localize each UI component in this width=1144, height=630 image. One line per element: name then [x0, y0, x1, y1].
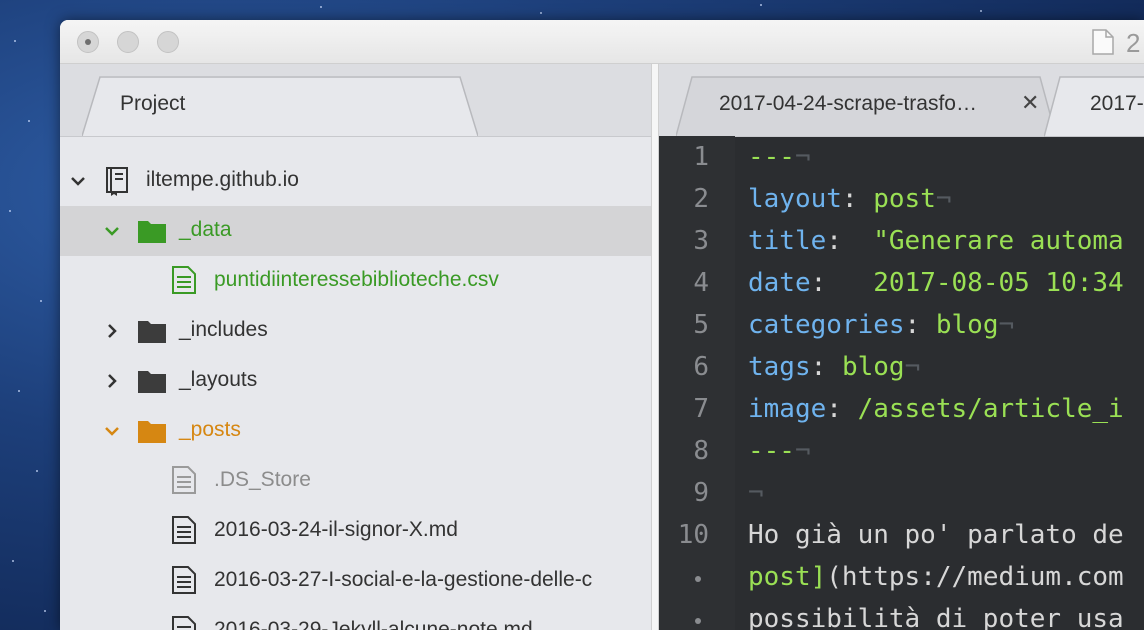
file-text-icon	[172, 566, 196, 594]
tree-item-layouts-folder[interactable]: _layouts	[60, 356, 651, 406]
tree-item-label: .DS_Store	[214, 468, 311, 491]
code-line: ---¬	[748, 436, 811, 466]
line-number: 2	[693, 184, 709, 214]
line-number: 1	[693, 142, 709, 172]
line-number: 10	[677, 520, 709, 550]
zoom-window-button[interactable]	[157, 31, 179, 53]
editor-window: 2 Project iltempe.github.io _data puntid…	[60, 20, 1144, 630]
code-line: tags: blog¬	[748, 352, 921, 382]
folder-icon	[138, 221, 166, 243]
chevron-down-icon[interactable]	[102, 421, 122, 441]
code-line: categories: blog¬	[748, 310, 1015, 340]
close-tab-icon[interactable]: ✕	[1021, 90, 1039, 116]
editor-tab-bar: 2017-04-24-scrape-trasfo… ✕ 2017-	[659, 64, 1144, 137]
tree-item-includes-folder[interactable]: _includes	[60, 306, 651, 356]
editor-tab-inactive[interactable]: 2017-04-24-scrape-trasfo… ✕	[676, 76, 1056, 136]
folder-icon	[138, 371, 166, 393]
code-line: post](https://medium.com	[748, 562, 1124, 592]
chevron-right-icon[interactable]	[102, 371, 122, 391]
code-line: layout: post¬	[748, 184, 952, 214]
file-text-icon	[172, 616, 196, 630]
line-number: 8	[693, 436, 709, 466]
repo-icon	[106, 167, 128, 196]
chevron-down-icon[interactable]	[102, 221, 122, 241]
tree-item-csv-file[interactable]: puntidiinteressebiblioteche.csv	[60, 256, 651, 306]
code-line: ---¬	[748, 142, 811, 172]
code-editor: 2017-04-24-scrape-trasfo… ✕ 2017- 1 2 3 …	[659, 64, 1144, 630]
wrap-marker	[695, 618, 701, 624]
tree-item-md-file[interactable]: 2016-03-27-I-social-e-la-gestione-delle-…	[60, 556, 651, 606]
tree-item-label: _layouts	[179, 368, 258, 391]
line-number-gutter: 1 2 3 4 5 6 7 8 9 10	[659, 136, 735, 630]
code-line: Ho già un po' parlato de	[748, 520, 1124, 550]
tree-item-label: _data	[179, 218, 232, 241]
tree-item-label: _includes	[179, 318, 268, 341]
tree-item-label: _posts	[179, 418, 241, 441]
tree-item-label: puntidiinteressebiblioteche.csv	[214, 268, 499, 291]
tree-tab-bar: Project	[60, 64, 651, 137]
line-number: 9	[693, 478, 709, 508]
window-title: 2	[1126, 28, 1141, 58]
editor-tab-label: 2017-	[1090, 92, 1144, 115]
code-line: possibilità di poter usa	[748, 604, 1124, 630]
tree-item-ds-store[interactable]: .DS_Store	[60, 456, 651, 506]
tab-project-label: Project	[120, 92, 186, 115]
line-number: 4	[693, 268, 709, 298]
line-number: 6	[693, 352, 709, 382]
close-window-button[interactable]	[77, 31, 99, 53]
editor-tab-label: 2017-04-24-scrape-trasfo…	[719, 92, 977, 115]
folder-icon	[138, 321, 166, 343]
panel-resize-handle[interactable]	[651, 64, 659, 630]
tree-item-data-folder[interactable]: _data	[60, 206, 651, 256]
line-number: 5	[693, 310, 709, 340]
title-bar: 2	[60, 20, 1144, 64]
tree-item-md-file[interactable]: 2016-03-24-il-signor-X.md	[60, 506, 651, 556]
tree-root-row[interactable]: iltempe.github.io	[60, 156, 651, 206]
wrap-marker	[695, 576, 701, 582]
code-line: title: "Generare automa	[748, 226, 1124, 256]
folder-icon	[138, 421, 166, 443]
chevron-right-icon[interactable]	[102, 321, 122, 341]
project-tree-panel: Project iltempe.github.io _data puntidii…	[60, 64, 651, 630]
tree-item-label: 2016-03-29-Jekyll-alcune-note.md	[214, 618, 533, 630]
tree-root-label: iltempe.github.io	[146, 168, 299, 191]
code-line: date: 2017-08-05 10:34	[748, 268, 1124, 298]
file-text-icon	[172, 516, 196, 544]
file-text-icon	[172, 266, 196, 294]
file-text-icon	[172, 466, 196, 494]
tree-item-label: 2016-03-27-I-social-e-la-gestione-delle-…	[214, 568, 593, 591]
tree-item-posts-folder[interactable]: _posts	[60, 406, 651, 456]
tree-item-label: 2016-03-24-il-signor-X.md	[214, 518, 458, 541]
tree-item-md-file[interactable]: 2016-03-29-Jekyll-alcune-note.md	[60, 606, 651, 630]
editor-tab-active[interactable]: 2017-	[1044, 76, 1144, 137]
document-icon	[1092, 29, 1114, 55]
line-number: 3	[693, 226, 709, 256]
code-line: ¬	[748, 478, 764, 508]
chevron-down-icon[interactable]	[68, 171, 88, 191]
line-number: 7	[693, 394, 709, 424]
code-area[interactable]: 1 2 3 4 5 6 7 8 9 10 ---¬ layout: post¬ …	[659, 136, 1144, 630]
code-line: image: /assets/article_i	[748, 394, 1124, 424]
minimize-window-button[interactable]	[117, 31, 139, 53]
